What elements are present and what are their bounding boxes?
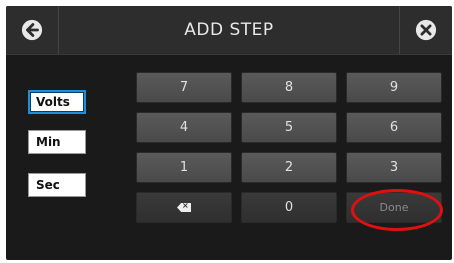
done-button[interactable]: Done [346, 192, 442, 223]
header-bar: ADD STEP [6, 6, 452, 55]
key-2[interactable]: 2 [241, 152, 337, 183]
key-8[interactable]: 8 [241, 72, 337, 103]
key-1[interactable]: 1 [136, 152, 232, 183]
close-button[interactable] [399, 6, 452, 54]
key-7[interactable]: 7 [136, 72, 232, 103]
key-0[interactable]: 0 [241, 192, 337, 223]
key-5[interactable]: 5 [241, 112, 337, 143]
close-icon [415, 19, 437, 41]
back-arrow-icon [21, 19, 43, 41]
unit-min-button[interactable]: Min [28, 130, 86, 154]
key-6[interactable]: 6 [346, 112, 442, 143]
key-3[interactable]: 3 [346, 152, 442, 183]
unit-sec-button[interactable]: Sec [28, 173, 86, 197]
key-9[interactable]: 9 [346, 72, 442, 103]
backspace-button[interactable]: × [136, 192, 232, 223]
back-button[interactable] [6, 6, 59, 54]
screenshot-frame: ADD STEP Volts Min Sec 7 8 9 4 5 6 1 2 3… [0, 0, 454, 263]
unit-volts-button[interactable]: Volts [28, 90, 86, 114]
page-title: ADD STEP [184, 20, 274, 40]
app-screen: ADD STEP Volts Min Sec 7 8 9 4 5 6 1 2 3… [6, 6, 452, 260]
backspace-icon: × [177, 203, 191, 212]
key-4[interactable]: 4 [136, 112, 232, 143]
